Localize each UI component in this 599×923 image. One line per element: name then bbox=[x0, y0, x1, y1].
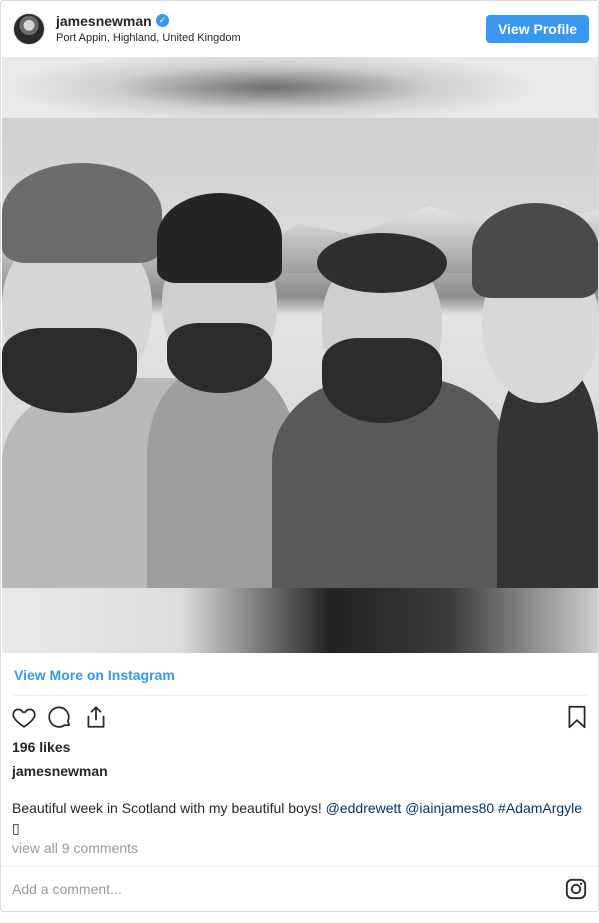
username-link[interactable]: jamesnewman bbox=[56, 13, 152, 29]
post-photo[interactable] bbox=[2, 57, 598, 653]
divider-comment bbox=[1, 866, 598, 867]
verified-badge-icon: ✓ bbox=[156, 14, 169, 27]
share-icon[interactable] bbox=[83, 704, 109, 730]
view-profile-button[interactable]: View Profile bbox=[486, 15, 589, 43]
caption-body: Beautiful week in Scotland with my beaut… bbox=[12, 800, 326, 816]
caption-emoji: ▯ bbox=[12, 820, 20, 836]
person-right bbox=[472, 203, 598, 588]
photo-scene bbox=[2, 118, 598, 588]
view-more-link[interactable]: View More on Instagram bbox=[14, 667, 175, 683]
comment-icon[interactable] bbox=[47, 704, 73, 730]
divider bbox=[13, 695, 588, 696]
heart-icon[interactable] bbox=[11, 704, 37, 730]
view-comments-link[interactable]: view all 9 comments bbox=[12, 840, 138, 856]
location-link[interactable]: Port Appin, Highland, United Kingdom bbox=[56, 32, 241, 44]
instagram-logo-icon[interactable] bbox=[565, 878, 587, 900]
hashtag-adamargyle[interactable]: #AdamArgyle bbox=[498, 800, 582, 816]
mention-iainjames80[interactable]: @iainjames80 bbox=[405, 800, 494, 816]
photo-blur-top bbox=[2, 57, 598, 118]
likes-count[interactable]: 196 likes bbox=[12, 739, 70, 755]
photo-blur-bottom bbox=[2, 588, 598, 653]
add-comment-input[interactable] bbox=[12, 881, 552, 897]
instagram-embed-card: jamesnewman ✓ Port Appin, Highland, Unit… bbox=[0, 0, 599, 912]
avatar[interactable] bbox=[13, 13, 45, 45]
caption-text: Beautiful week in Scotland with my beaut… bbox=[12, 798, 590, 838]
mention-eddrewett[interactable]: @eddrewett bbox=[326, 800, 402, 816]
caption-username[interactable]: jamesnewman bbox=[12, 763, 108, 779]
bookmark-icon[interactable] bbox=[564, 704, 590, 730]
post-header: jamesnewman ✓ Port Appin, Highland, Unit… bbox=[1, 1, 598, 57]
